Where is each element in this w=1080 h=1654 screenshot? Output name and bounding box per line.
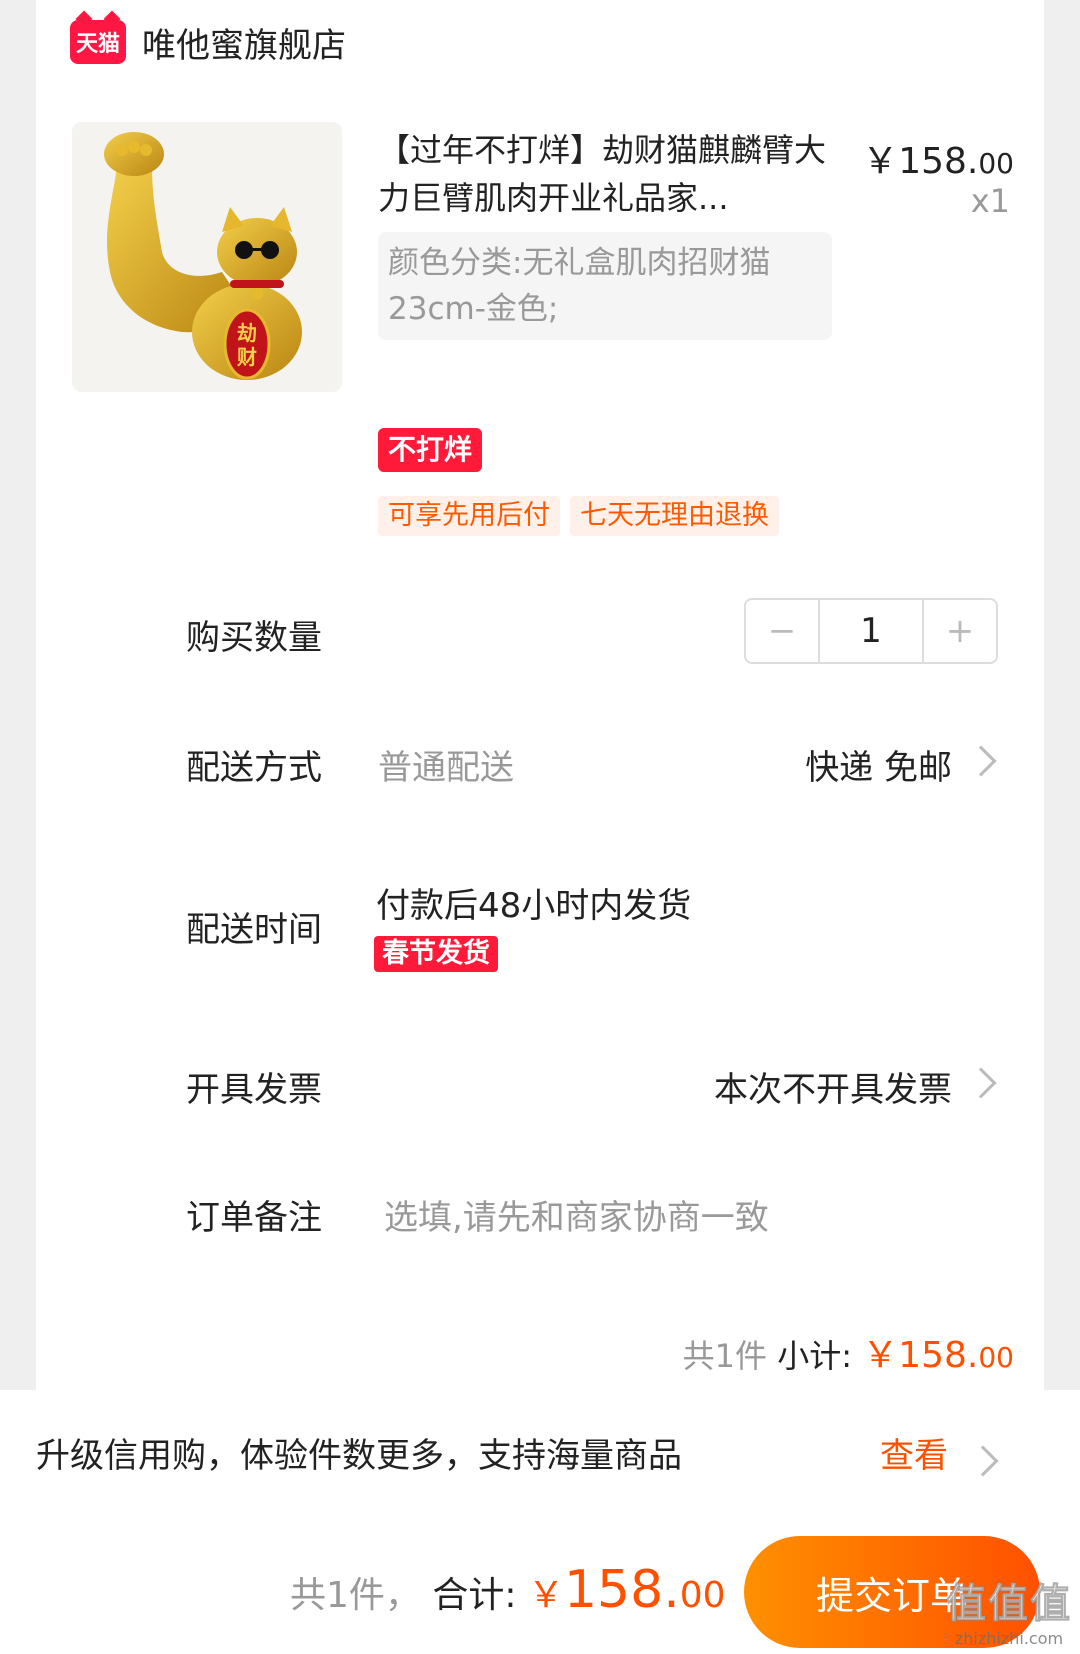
product-title[interactable]: 【过年不打烊】劫财猫麒麟臂大力巨臂肌肉开业礼品家...	[378, 126, 838, 222]
note-input[interactable]: 选填,请先和商家协商一致	[384, 1190, 769, 1239]
subtotal: 共1件 小计: ￥158.00	[682, 1335, 1014, 1376]
checkout-bar: 共1件， 合计: ￥158.00 提交订单 值值值 zhizhizhi.com	[0, 1518, 1080, 1654]
plus-button[interactable]: +	[924, 600, 996, 662]
tmall-logo-icon: 天猫	[70, 20, 126, 64]
product-quantity: x1	[970, 182, 1010, 220]
product-sku[interactable]: 颜色分类:无礼盒肌肉招财猫23cm-金色;	[378, 232, 832, 340]
invoice-value[interactable]: 本次不开具发票	[714, 1062, 952, 1111]
promo-tag: 不打烊	[378, 428, 483, 472]
quantity-input[interactable]: 1	[818, 600, 924, 662]
delivery-value[interactable]: 快递 免邮	[805, 740, 952, 789]
invoice-label: 开具发票	[186, 1070, 322, 1110]
store-name[interactable]: 唯他蜜旗舰店	[142, 18, 346, 67]
svg-text:财: 财	[237, 345, 257, 369]
order-total: 共1件， 合计: ￥158.00	[290, 1560, 726, 1620]
credit-view-link[interactable]: 查看	[880, 1428, 948, 1477]
ship-time-value: 付款后48小时内发货	[376, 886, 692, 926]
delivery-method: 普通配送	[378, 748, 514, 788]
quantity-label: 购买数量	[186, 618, 322, 658]
note-label: 订单备注	[186, 1198, 322, 1238]
product-price: ￥158.00	[862, 141, 1014, 182]
minus-button[interactable]: −	[746, 600, 818, 662]
watermark-logo: 值值值 zhizhizhi.com	[946, 1581, 1072, 1649]
chevron-right-icon[interactable]	[967, 1445, 999, 1477]
lucky-cat-image: 劫 财	[72, 122, 342, 392]
product-image[interactable]: 劫 财	[72, 122, 342, 392]
coin-text: 劫	[237, 321, 257, 345]
store-header[interactable]: 天猫 唯他蜜旗舰店	[70, 12, 346, 72]
spring-shipping-tag: 春节发货	[374, 936, 498, 972]
ship-time-label: 配送时间	[186, 910, 322, 950]
credit-banner[interactable]: 升级信用购，体验件数更多，支持海量商品 查看	[0, 1390, 1080, 1518]
quantity-stepper: − 1 +	[744, 598, 998, 664]
service-tag-pay-later: 可享先用后付	[378, 496, 560, 536]
credit-text: 升级信用购，体验件数更多，支持海量商品	[36, 1436, 682, 1476]
service-tags: 可享先用后付 七天无理由退换	[378, 496, 779, 536]
delivery-label: 配送方式	[186, 748, 322, 788]
service-tag-return: 七天无理由退换	[570, 496, 779, 536]
